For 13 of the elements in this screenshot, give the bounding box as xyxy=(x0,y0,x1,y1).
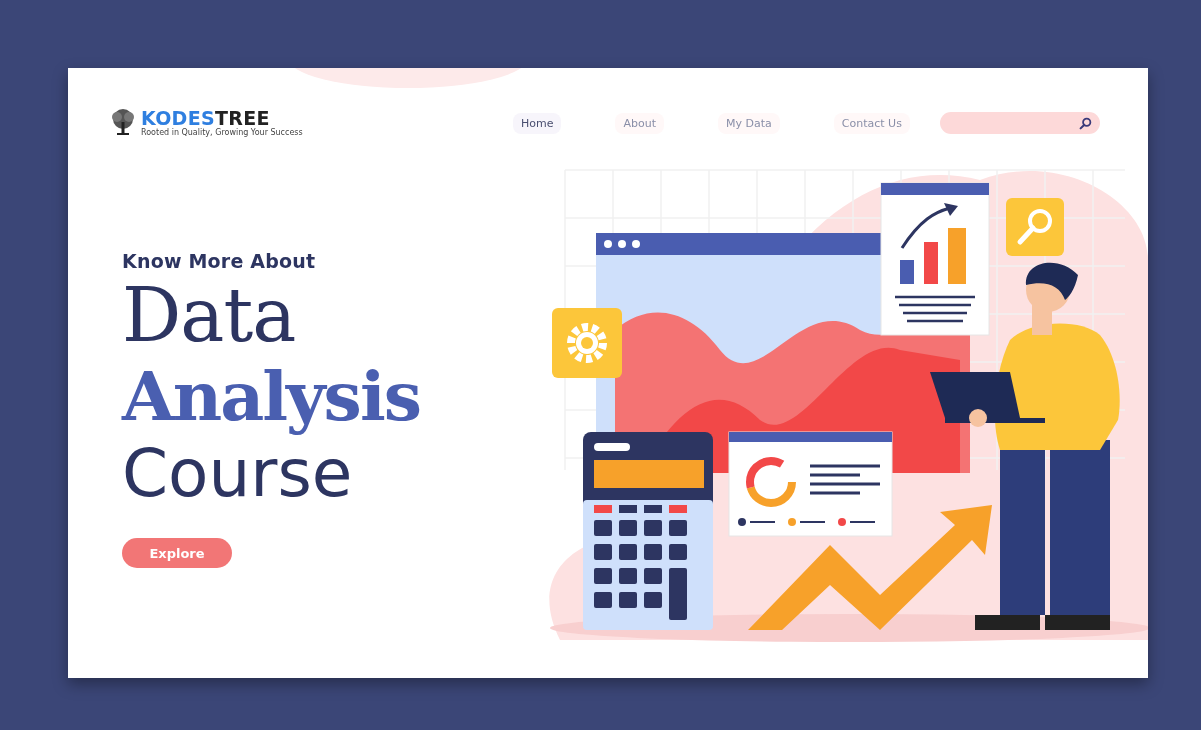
nav-link[interactable]: About xyxy=(615,112,664,134)
nav-link[interactable]: Home xyxy=(513,112,562,134)
logo-wordmark[interactable]: KODESTREE xyxy=(141,109,303,128)
explore-button[interactable]: Explore xyxy=(122,538,232,568)
search-icon[interactable] xyxy=(1079,116,1092,130)
hero-title: Course xyxy=(122,435,354,514)
logo-tagline: Rooted in Quality, Growing Your Success xyxy=(141,128,303,137)
nav-link[interactable]: My Data xyxy=(718,112,780,134)
hero-kicker: Know More About xyxy=(122,250,317,272)
search-field[interactable] xyxy=(940,112,1100,134)
hero-title: Data xyxy=(122,272,297,358)
hero-title: Analysis xyxy=(122,358,421,434)
nav-link[interactable]: Contact Us xyxy=(833,112,910,134)
